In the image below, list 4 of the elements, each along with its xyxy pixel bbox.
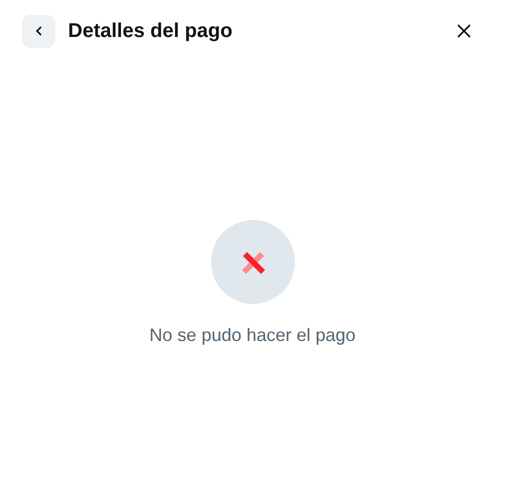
status-message: No se pudo hacer el pago xyxy=(149,324,356,347)
page-title: Detalles del pago xyxy=(68,19,232,44)
chevron-left-icon xyxy=(34,26,42,36)
close-icon xyxy=(457,24,471,38)
